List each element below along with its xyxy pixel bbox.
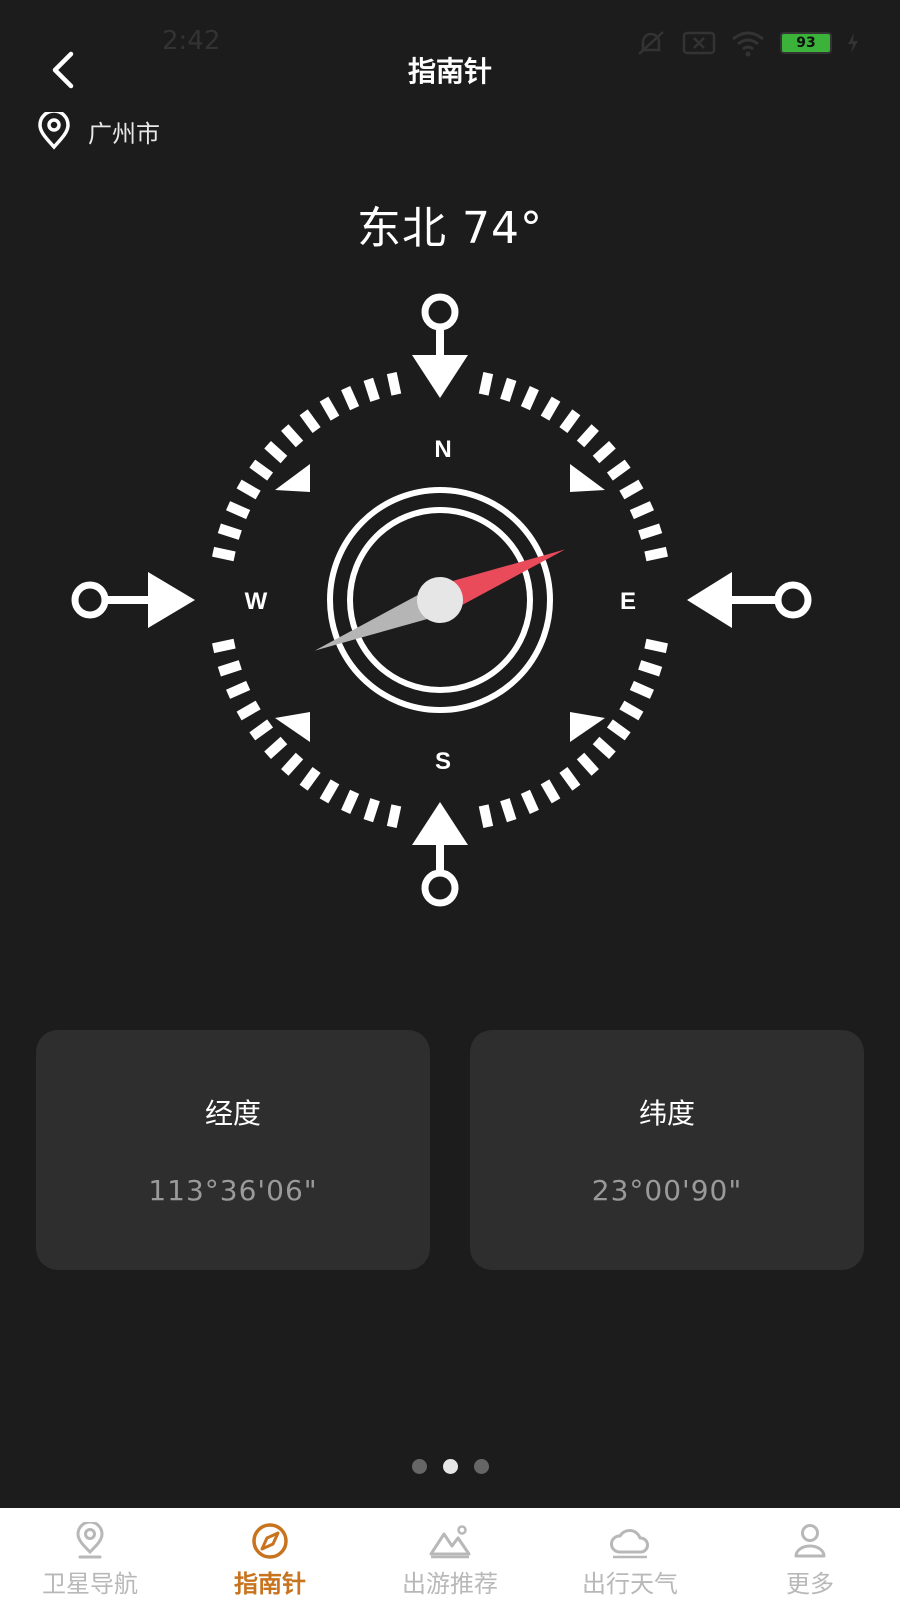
compass-tick xyxy=(226,501,251,520)
west-pointer-icon xyxy=(71,572,195,628)
compass-tick xyxy=(559,766,581,791)
compass-tick xyxy=(500,798,517,823)
compass-tick xyxy=(638,523,663,540)
tab-travel-weather[interactable]: 出行天气 xyxy=(540,1508,720,1600)
compass-tick xyxy=(299,409,321,434)
compass-tick xyxy=(319,779,340,804)
compass-tick xyxy=(576,424,599,448)
compass-tick xyxy=(592,441,616,464)
compass-tick xyxy=(638,660,663,677)
compass-tick xyxy=(576,752,599,776)
label-east: E xyxy=(620,588,636,615)
compass-tick xyxy=(281,424,304,448)
compass-tick xyxy=(299,766,321,791)
location-pin-icon xyxy=(38,112,70,150)
compass-tick xyxy=(264,736,288,759)
longitude-label: 经度 xyxy=(204,1097,261,1130)
compass-tick xyxy=(606,459,631,481)
compass-tick xyxy=(540,779,561,804)
compass-tick xyxy=(520,386,539,411)
compass-tick xyxy=(212,638,236,654)
compass-tick xyxy=(386,804,402,828)
label-south: S xyxy=(435,748,451,775)
header: 指南针 xyxy=(0,40,900,100)
compass-tick xyxy=(319,396,340,421)
compass-tick xyxy=(644,546,668,562)
compass-tick xyxy=(281,752,304,776)
latitude-card: 纬度 23°00'90" xyxy=(470,1030,864,1270)
compass-tick xyxy=(478,804,494,828)
compass-tick xyxy=(629,680,654,699)
compass-tick xyxy=(592,736,616,759)
compass-tick xyxy=(478,372,494,396)
tab-label: 更多 xyxy=(786,1570,834,1598)
compass-tick xyxy=(386,372,402,396)
compass-tick xyxy=(500,377,517,402)
compass-needle xyxy=(314,549,566,651)
compass-tick xyxy=(264,441,288,464)
compass-tick xyxy=(217,660,242,677)
compass-tick xyxy=(217,523,242,540)
latitude-label: 纬度 xyxy=(638,1097,695,1130)
tab-label: 卫星导航 xyxy=(42,1570,138,1598)
pager-dot[interactable] xyxy=(411,1459,427,1474)
compass-tick xyxy=(236,479,261,500)
compass-tick xyxy=(619,479,644,500)
bottom-tab-bar: 卫星导航 指南针 出游推荐 出行天气 更多 xyxy=(0,1508,900,1600)
user-icon xyxy=(794,1524,826,1558)
longitude-value: 113°36'06" xyxy=(148,1174,318,1207)
tab-label: 出行天气 xyxy=(582,1570,678,1598)
compass-tick xyxy=(249,719,274,741)
tab-label: 指南针 xyxy=(234,1570,306,1598)
compass-tick xyxy=(559,409,581,434)
mountain-icon xyxy=(429,1525,471,1559)
label-west: W xyxy=(245,588,268,615)
latitude-value: 23°00'90" xyxy=(591,1174,743,1207)
compass-tick xyxy=(363,377,380,402)
pager-dots xyxy=(0,1459,900,1474)
compass-tick xyxy=(629,501,654,520)
compass-tick xyxy=(249,459,274,481)
heading-direction: 东北 xyxy=(357,203,447,254)
tab-more[interactable]: 更多 xyxy=(720,1508,900,1600)
tab-travel-recommendations[interactable]: 出游推荐 xyxy=(360,1508,540,1600)
compass-tick xyxy=(540,396,561,421)
heading-degrees: 74° xyxy=(462,203,543,254)
cloud-icon xyxy=(610,1529,649,1559)
label-north: N xyxy=(434,436,451,463)
tab-satellite-navigation[interactable]: 卫星导航 xyxy=(0,1508,180,1600)
compass-tick xyxy=(644,638,668,654)
location-pin-icon xyxy=(76,1522,104,1559)
compass-tick xyxy=(212,546,236,562)
longitude-card: 经度 113°36'06" xyxy=(36,1030,430,1270)
compass-tick xyxy=(520,789,539,814)
tab-compass[interactable]: 指南针 xyxy=(180,1508,360,1600)
compass-tick xyxy=(226,680,251,699)
compass-tick xyxy=(341,789,360,814)
heading-readout: 东北 74° xyxy=(0,192,900,256)
pager-dot[interactable] xyxy=(473,1459,489,1474)
tab-label: 出游推荐 xyxy=(402,1570,498,1598)
compass-tick xyxy=(236,700,261,721)
triangle-nw-icon xyxy=(275,464,310,492)
compass-tick xyxy=(606,719,631,741)
page-title: 指南针 xyxy=(407,55,492,88)
pager-dot-active[interactable] xyxy=(442,1459,458,1474)
location: 广州市 xyxy=(36,112,160,150)
compass-dial: N S W E xyxy=(71,293,812,907)
north-pointer-icon xyxy=(412,293,468,398)
compass-icon xyxy=(252,1523,288,1559)
coordinate-cards: 经度 113°36'06" 纬度 23°00'90" xyxy=(36,1030,864,1270)
triangle-ne-icon xyxy=(570,464,605,492)
compass-tick xyxy=(619,700,644,721)
compass-tick xyxy=(363,798,380,823)
compass-tick xyxy=(341,386,360,411)
east-pointer-icon xyxy=(687,572,812,628)
south-pointer-icon xyxy=(412,802,468,907)
location-city: 广州市 xyxy=(88,119,160,148)
